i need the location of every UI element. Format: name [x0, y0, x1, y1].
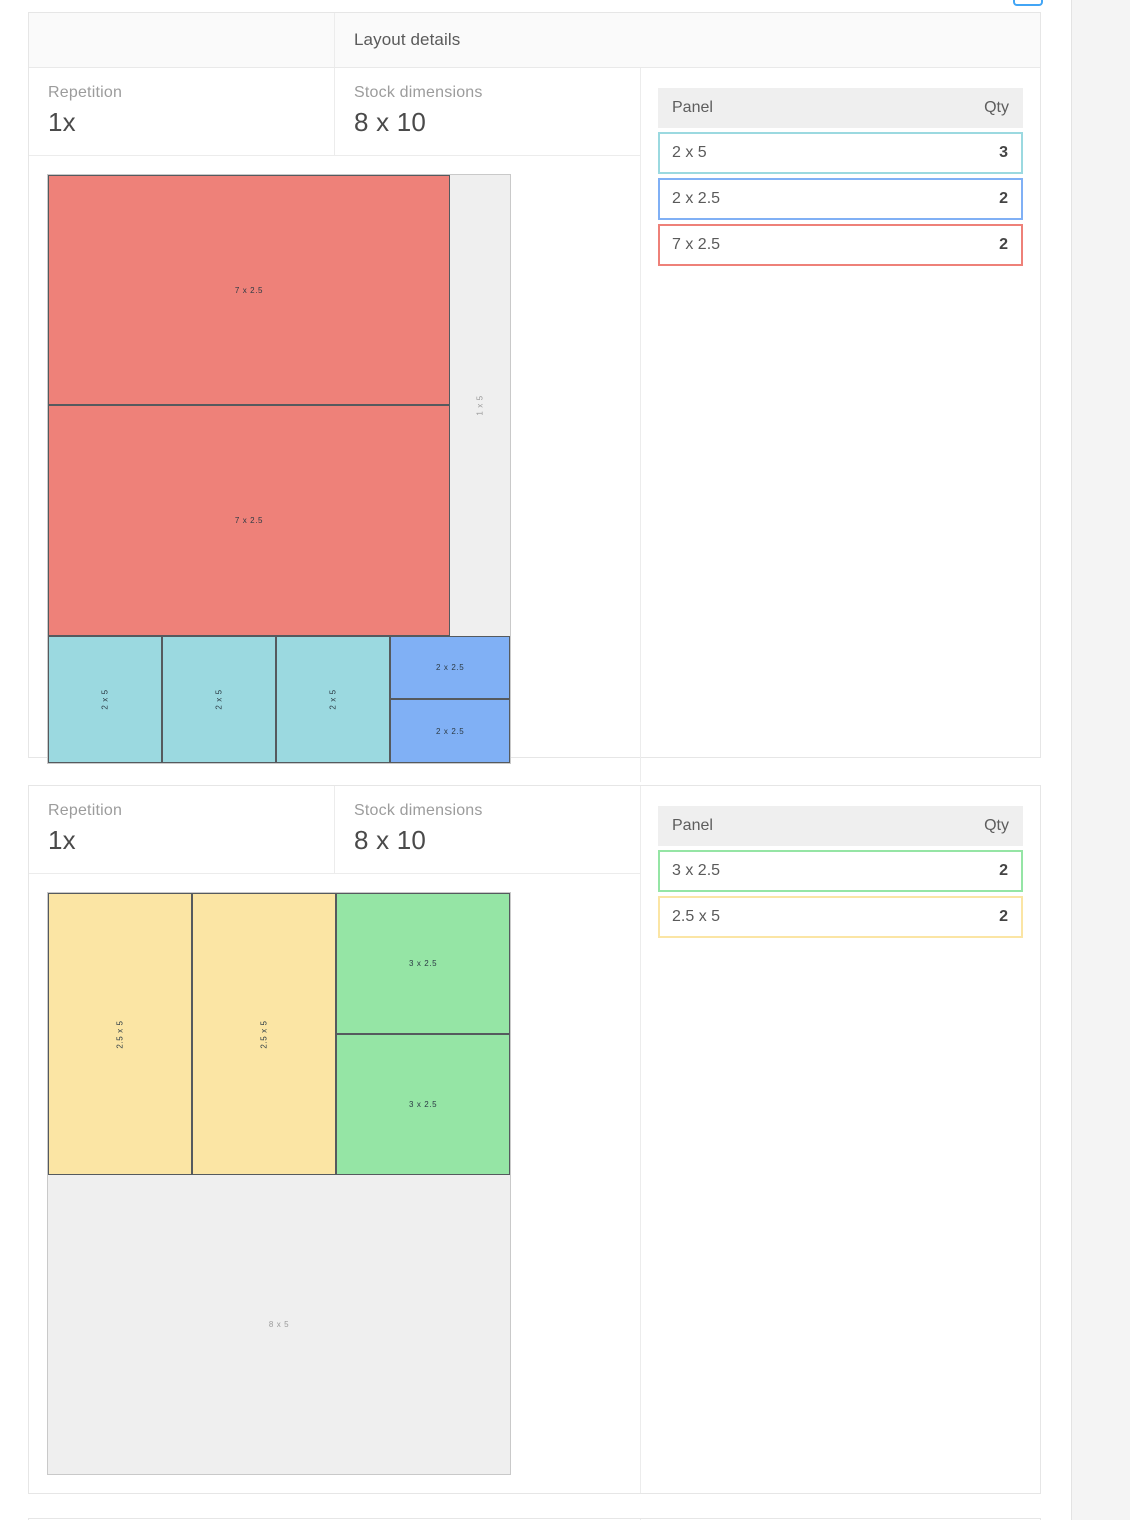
panel-piece[interactable]: 2.5 x 5: [48, 893, 192, 1175]
layout-meta-row: Repetition 1x Stock dimensions 8 x 10: [29, 786, 640, 874]
stock-dimensions-value: 8 x 10: [354, 107, 640, 138]
layout-card: Layout details Repetition 1x Stock dimen…: [28, 12, 1041, 758]
panel-piece[interactable]: 7 x 2.5: [48, 175, 450, 405]
panel-piece[interactable]: 2 x 5: [276, 636, 390, 763]
panel-piece[interactable]: 2 x 2.5: [390, 636, 510, 700]
panel-table-row[interactable]: 7 x 2.5 2: [658, 224, 1023, 266]
qty-column-header: Qty: [984, 99, 1009, 117]
panel-piece-label: 7 x 2.5: [235, 516, 263, 525]
panel-name: 3 x 2.5: [672, 862, 720, 880]
layout-card: Repetition 1x Stock dimensions 8 x 10 8 …: [28, 785, 1041, 1494]
layout-meta-row: Repetition 1x Stock dimensions 8 x 10: [29, 68, 640, 156]
panel-qty: 2: [999, 236, 1008, 254]
panel-table-row[interactable]: 2 x 2.5 2: [658, 178, 1023, 220]
header-title-cell: Layout details: [335, 13, 1040, 67]
panel-qty: 2: [999, 908, 1008, 926]
stock-dimensions-value: 8 x 10: [354, 825, 640, 856]
panel-list-column: Panel Qty 2 x 5 3 2 x 2.5 2 7 x 2.5 2: [640, 68, 1040, 782]
repetition-label: Repetition: [48, 802, 334, 820]
waste-label: 8 x 5: [269, 1320, 289, 1329]
panel-name: 7 x 2.5: [672, 236, 720, 254]
panel-piece[interactable]: 2 x 5: [48, 636, 162, 763]
panel-piece-label: 3 x 2.5: [409, 1100, 437, 1109]
panel-piece[interactable]: 7 x 2.5: [48, 405, 450, 635]
panel-table: Panel Qty 3 x 2.5 2 2.5 x 5 2: [658, 806, 1023, 938]
page-outer-gutter: [1071, 0, 1130, 1520]
panel-table: Panel Qty 2 x 5 3 2 x 2.5 2 7 x 2.5 2: [658, 88, 1023, 266]
panel-table-rows: 2 x 5 3 2 x 2.5 2 7 x 2.5 2: [658, 132, 1023, 266]
panel-column-header: Panel: [672, 99, 713, 117]
panel-piece-label: 2.5 x 5: [260, 1020, 269, 1048]
layout-card-body: Repetition 1x Stock dimensions 8 x 10 8 …: [29, 786, 1040, 1493]
repetition-value: 1x: [48, 107, 334, 138]
panel-list-column: Panel Qty 3 x 2.5 2 2.5 x 5 2: [640, 786, 1040, 1493]
panel-qty: 2: [999, 862, 1008, 880]
panel-qty: 3: [999, 144, 1008, 162]
panel-name: 2 x 2.5: [672, 190, 720, 208]
panel-piece[interactable]: 2.5 x 5: [192, 893, 336, 1175]
panel-piece[interactable]: 3 x 2.5: [336, 1034, 510, 1175]
panel-table-rows: 3 x 2.5 2 2.5 x 5 2: [658, 850, 1023, 938]
panel-table-row[interactable]: 3 x 2.5 2: [658, 850, 1023, 892]
panel-piece-label: 2 x 2.5: [436, 663, 464, 672]
sheet-diagram-wrapper: 8 x 5 2.5 x 5 2.5 x 5 3 x 2.5 3 x 2.5: [29, 874, 640, 1493]
panel-piece[interactable]: 3 x 2.5: [336, 893, 510, 1034]
toolbar-selected-chip[interactable]: [1013, 0, 1043, 6]
panel-table-row[interactable]: 2 x 5 3: [658, 132, 1023, 174]
panel-piece-label: 7 x 2.5: [235, 286, 263, 295]
stock-dimensions-cell: Stock dimensions 8 x 10: [335, 68, 640, 155]
panel-piece-label: 2 x 5: [329, 689, 338, 709]
repetition-label: Repetition: [48, 84, 334, 102]
repetition-cell: Repetition 1x: [29, 68, 335, 155]
panel-piece-label: 2 x 5: [215, 689, 224, 709]
panel-table-row[interactable]: 2.5 x 5 2: [658, 896, 1023, 938]
layout-card-header: Layout details: [29, 13, 1040, 68]
panel-piece-label: 2 x 2.5: [436, 727, 464, 736]
stock-dimensions-label: Stock dimensions: [354, 802, 640, 820]
qty-column-header: Qty: [984, 817, 1009, 835]
waste-area: 8 x 5: [48, 1175, 510, 1474]
header-spacer: [29, 13, 335, 67]
panel-name: 2 x 5: [672, 144, 707, 162]
waste-area: 1 x 5: [450, 175, 510, 636]
layout-results-page: Layout details Repetition 1x Stock dimen…: [0, 0, 1130, 1520]
panel-piece[interactable]: 2 x 5: [162, 636, 276, 763]
panel-piece-label: 2 x 5: [101, 689, 110, 709]
waste-label: 1 x 5: [475, 395, 484, 415]
layout-card-body: Repetition 1x Stock dimensions 8 x 10 1 …: [29, 68, 1040, 782]
repetition-value: 1x: [48, 825, 334, 856]
stock-sheet-diagram: 1 x 5 7 x 2.5 7 x 2.5 2 x 5 2 x 5 2 x 5 2 x 2.…: [47, 174, 511, 764]
stock-sheet-diagram: 8 x 5 2.5 x 5 2.5 x 5 3 x 2.5 3 x 2.5: [47, 892, 511, 1475]
panel-column-header: Panel: [672, 817, 713, 835]
panel-table-header: Panel Qty: [658, 88, 1023, 128]
panel-piece-label: 2.5 x 5: [116, 1020, 125, 1048]
sheet-diagram-wrapper: 1 x 5 7 x 2.5 7 x 2.5 2 x 5 2 x 5 2 x 5 2 x 2.…: [29, 156, 640, 782]
layout-visual-column: Repetition 1x Stock dimensions 8 x 10 8 …: [29, 786, 640, 1493]
layout-visual-column: Repetition 1x Stock dimensions 8 x 10 1 …: [29, 68, 640, 782]
repetition-cell: Repetition 1x: [29, 786, 335, 873]
page-title: Layout details: [354, 30, 460, 50]
panel-piece[interactable]: 2 x 2.5: [390, 699, 510, 763]
stock-dimensions-label: Stock dimensions: [354, 84, 640, 102]
stock-dimensions-cell: Stock dimensions 8 x 10: [335, 786, 640, 873]
panel-table-header: Panel Qty: [658, 806, 1023, 846]
panel-qty: 2: [999, 190, 1008, 208]
panel-name: 2.5 x 5: [672, 908, 720, 926]
panel-piece-label: 3 x 2.5: [409, 959, 437, 968]
